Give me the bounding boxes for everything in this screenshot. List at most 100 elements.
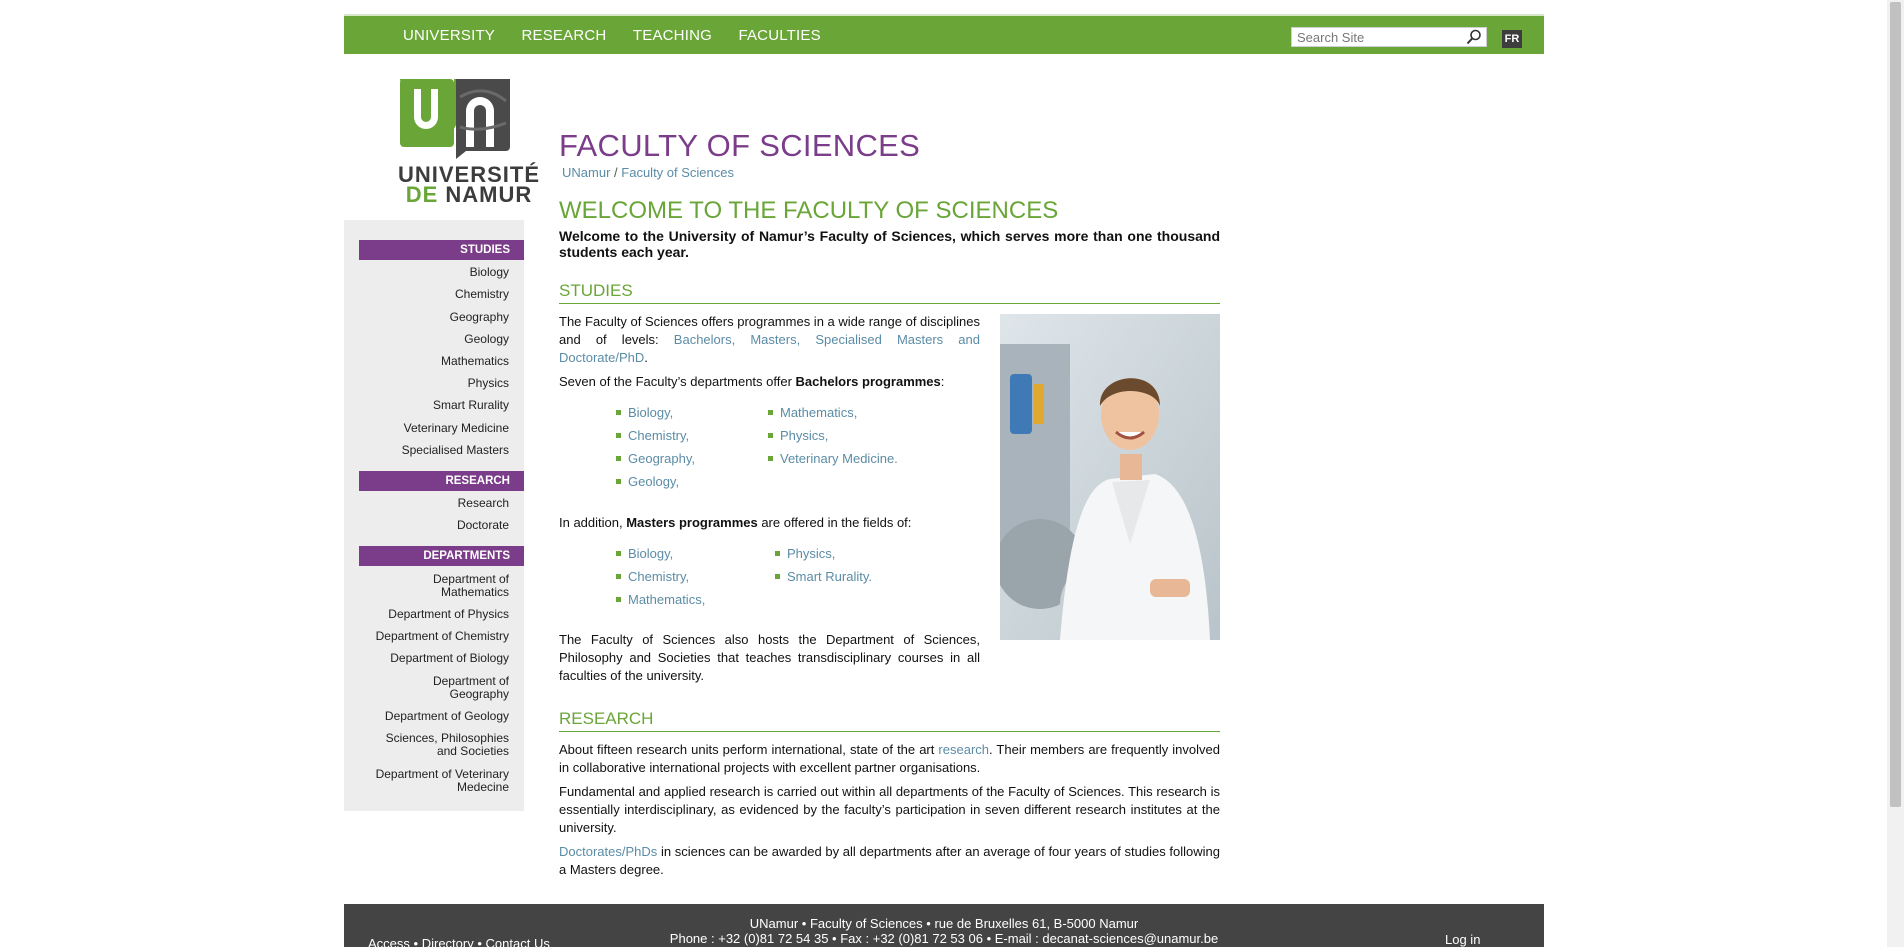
page-scrollbar[interactable] — [1887, 0, 1904, 947]
breadcrumb-current[interactable]: Faculty of Sciences — [621, 165, 734, 180]
research-p1-text: About fifteen research units perform int… — [559, 742, 939, 757]
university-logo[interactable]: UNIVERSITÉ DE NAMUR — [398, 77, 540, 207]
bullet-icon — [768, 410, 773, 416]
bachelors-chemistry[interactable]: Chemistry, — [616, 428, 689, 443]
studies-paragraph-2: Seven of the Faculty’s departments offer… — [559, 373, 980, 391]
breadcrumb-home[interactable]: UNamur — [562, 165, 610, 180]
search-box — [1291, 27, 1487, 47]
research-heading: RESEARCH — [559, 709, 1220, 732]
nav-teaching[interactable]: TEACHING — [633, 27, 712, 44]
bullet-icon — [775, 574, 780, 580]
footer-dot: • — [413, 936, 419, 951]
footer-address-line1: UNamur • Faculty of Sciences • rue de Br… — [749, 916, 1139, 931]
masters-chemistry[interactable]: Chemistry, — [616, 569, 689, 584]
bullet-label[interactable]: Physics, — [787, 546, 835, 561]
sidebar-item-geography[interactable]: Geography — [359, 311, 509, 324]
nav-research[interactable]: RESEARCH — [521, 27, 606, 44]
bullet-icon — [616, 433, 621, 439]
bullet-label[interactable]: Biology, — [628, 546, 673, 561]
bullet-icon — [768, 433, 773, 439]
bullet-icon — [616, 574, 621, 580]
sidebar-item-dept-mathematics[interactable]: Department of Mathematics — [399, 573, 509, 599]
sidebar-item-physics[interactable]: Physics — [359, 377, 509, 390]
sidebar-item-specialised-masters[interactable]: Specialised Masters — [359, 444, 509, 457]
bullet-icon — [616, 410, 621, 416]
sidebar-item-mathematics[interactable]: Mathematics — [359, 355, 509, 368]
sidebar-heading-departments[interactable]: DEPARTMENTS — [359, 546, 524, 566]
research-link[interactable]: research — [938, 742, 989, 757]
sidebar-item-dept-geography[interactable]: Department of Geography — [409, 675, 509, 701]
masters-text: In addition, — [559, 515, 627, 530]
bachelors-veterinary[interactable]: Veterinary Medicine. — [768, 451, 898, 466]
masters-programmes-label: Masters programmes — [626, 515, 758, 530]
logo-line2: DE NAMUR — [398, 182, 540, 207]
sidebar-item-dept-veterinary[interactable]: Department of Veterinary Medecine — [369, 768, 509, 794]
bullet-icon — [616, 551, 621, 557]
research-p3-text: in sciences can be awarded by all depart… — [559, 844, 1220, 877]
logo-namur: NAMUR — [445, 182, 533, 207]
bachelors-physics[interactable]: Physics, — [768, 428, 828, 443]
nav-faculties[interactable]: FACULTIES — [738, 27, 820, 44]
bullet-label[interactable]: Chemistry, — [628, 428, 689, 443]
search-icon[interactable] — [1466, 29, 1482, 50]
sidebar-item-chemistry[interactable]: Chemistry — [359, 288, 509, 301]
sidebar-item-doctorate[interactable]: Doctorate — [359, 519, 509, 532]
studies-p1-end: . — [644, 350, 648, 365]
sidebar-heading-research[interactable]: RESEARCH — [359, 471, 524, 491]
bachelors-geography[interactable]: Geography, — [616, 451, 695, 466]
language-switch-button[interactable]: FR — [1502, 30, 1522, 48]
bachelors-geology[interactable]: Geology, — [616, 474, 679, 489]
sidebar-item-dept-biology[interactable]: Department of Biology — [359, 652, 509, 665]
top-navigation-bar: UNIVERSITY RESEARCH TEACHING FACULTIES F… — [344, 14, 1544, 54]
logo-mark-icon — [400, 79, 510, 159]
masters-physics[interactable]: Physics, — [775, 546, 835, 561]
masters-paragraph: In addition, Masters programmes are offe… — [559, 514, 980, 532]
sidebar-item-geology[interactable]: Geology — [359, 333, 509, 346]
studies-paragraph-1: The Faculty of Sciences offers programme… — [559, 313, 980, 367]
masters-biology[interactable]: Biology, — [616, 546, 673, 561]
sidebar-heading-studies[interactable]: STUDIES — [359, 240, 524, 260]
footer-contact-link[interactable]: Contact Us — [486, 936, 550, 951]
logo-text: UNIVERSITÉ DE NAMUR — [398, 164, 540, 207]
bachelors-biology[interactable]: Biology, — [616, 405, 673, 420]
doctorates-link[interactable]: Doctorates/PhDs — [559, 844, 657, 859]
bullet-label[interactable]: Veterinary Medicine. — [780, 451, 898, 466]
nav-university[interactable]: UNIVERSITY — [403, 27, 495, 44]
welcome-heading: WELCOME TO THE FACULTY OF SCIENCES — [559, 197, 1059, 224]
studies-paragraph-3: The Faculty of Sciences also hosts the D… — [559, 632, 980, 683]
login-link[interactable]: Log in — [1445, 932, 1480, 947]
masters-smart-rurality[interactable]: Smart Rurality. — [775, 569, 872, 584]
bullet-label[interactable]: Biology, — [628, 405, 673, 420]
bullet-label[interactable]: Mathematics, — [628, 592, 705, 607]
sidebar-item-dept-sps[interactable]: Sciences, Philosophies and Societies — [379, 732, 509, 758]
sidebar-item-dept-geology[interactable]: Department of Geology — [359, 710, 509, 723]
bullet-label[interactable]: Chemistry, — [628, 569, 689, 584]
main-nav: UNIVERSITY RESEARCH TEACHING FACULTIES — [403, 27, 843, 45]
bullet-icon — [775, 551, 780, 557]
bullet-icon — [616, 456, 621, 462]
studies-p2-end: : — [940, 374, 945, 389]
scrollbar-thumb[interactable] — [1890, 2, 1901, 807]
sidebar-item-biology[interactable]: Biology — [359, 266, 509, 279]
bullet-icon — [616, 479, 621, 485]
search-input[interactable] — [1292, 28, 1462, 46]
footer-links: Access • Directory • Contact Us — [368, 936, 550, 951]
research-paragraph-1: About fifteen research units perform int… — [559, 741, 1220, 777]
footer-directory-link[interactable]: Directory — [422, 936, 474, 951]
bullet-label[interactable]: Geography, — [628, 451, 695, 466]
sidebar-item-dept-chemistry[interactable]: Department of Chemistry — [359, 630, 509, 643]
bullet-label[interactable]: Smart Rurality. — [787, 569, 872, 584]
sidebar-item-smart-rurality[interactable]: Smart Rurality — [359, 399, 509, 412]
breadcrumb-separator: / — [614, 165, 618, 180]
bullet-label[interactable]: Geology, — [628, 474, 679, 489]
bachelors-mathematics[interactable]: Mathematics, — [768, 405, 857, 420]
sidebar-item-dept-physics[interactable]: Department of Physics — [359, 608, 509, 621]
footer-access-link[interactable]: Access — [368, 936, 410, 951]
studies-heading: STUDIES — [559, 281, 1220, 304]
sidebar-item-research[interactable]: Research — [359, 497, 509, 510]
bullet-label[interactable]: Physics, — [780, 428, 828, 443]
masters-mathematics[interactable]: Mathematics, — [616, 592, 705, 607]
bullet-label[interactable]: Mathematics, — [780, 405, 857, 420]
sidebar-item-veterinary-medicine[interactable]: Veterinary Medicine — [359, 422, 509, 435]
bullet-icon — [616, 597, 621, 603]
